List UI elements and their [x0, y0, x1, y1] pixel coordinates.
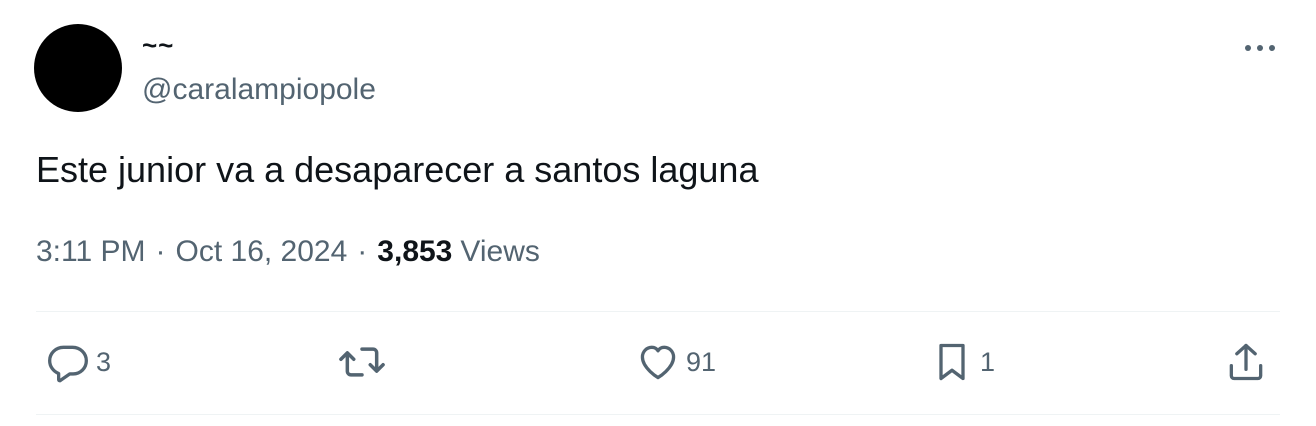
avatar[interactable] — [34, 24, 122, 112]
meta-separator: · — [155, 235, 166, 268]
heart-icon — [636, 340, 680, 384]
reply-button[interactable]: 3 — [46, 338, 111, 386]
bookmark-icon — [930, 340, 974, 384]
reply-icon — [46, 340, 90, 384]
tweet-text: Este junior va a desaparecer a santos la… — [36, 149, 759, 190]
user-handle[interactable]: @caralampiopole — [142, 73, 376, 107]
retweet-button[interactable] — [338, 338, 392, 386]
views-label[interactable]: Views — [460, 234, 539, 270]
bookmark-count: 1 — [980, 347, 996, 377]
divider-bottom — [36, 414, 1280, 415]
tweet-date[interactable]: Oct 16, 2024 — [176, 234, 348, 270]
like-count: 91 — [686, 347, 717, 377]
tweet-meta: 3:11 PM · Oct 16, 2024 · 3,853 Views — [36, 234, 540, 270]
more-options-button[interactable] — [1240, 36, 1280, 60]
tweet-time[interactable]: 3:11 PM — [36, 234, 146, 270]
share-icon — [1224, 340, 1268, 384]
more-icon — [1245, 45, 1275, 51]
retweet-icon — [338, 340, 386, 384]
reply-count: 3 — [96, 347, 112, 377]
like-button[interactable]: 91 — [636, 338, 716, 386]
meta-separator: · — [357, 235, 368, 268]
bookmark-button[interactable]: 1 — [930, 338, 995, 386]
views-count[interactable]: 3,853 — [377, 234, 460, 270]
display-name[interactable]: ~~ — [142, 30, 174, 60]
share-button[interactable] — [1224, 338, 1268, 386]
divider-top — [36, 311, 1280, 312]
